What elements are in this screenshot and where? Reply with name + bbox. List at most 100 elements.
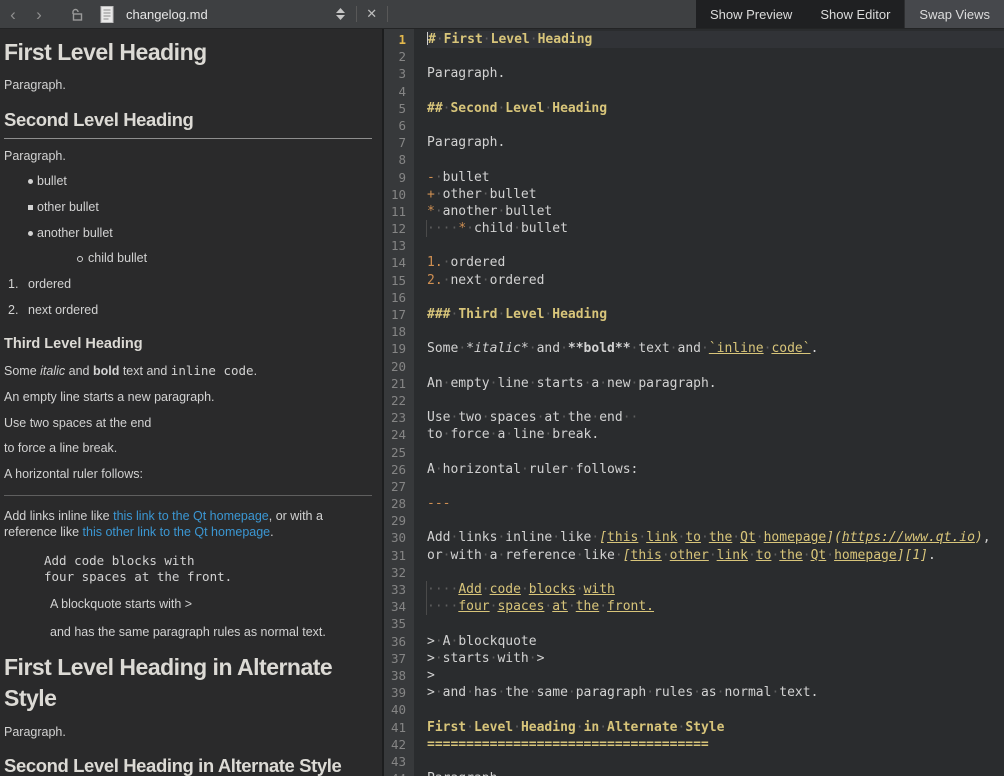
whitespace-dot: · [482, 409, 490, 426]
editor-line[interactable]: >·and·has·the·same·paragraph·rules·as·no… [427, 684, 1004, 701]
editor-line[interactable]: Paragraph. [427, 770, 1004, 776]
whitespace-dot: · [537, 409, 545, 426]
editor-line[interactable]: A·horizontal·ruler·follows: [427, 461, 1004, 478]
whitespace-dot: · [435, 203, 443, 220]
line-number: 13 [384, 237, 414, 254]
line-number: 9 [384, 169, 414, 186]
editor-line[interactable]: Paragraph. [427, 134, 1004, 151]
line-number: 5 [384, 100, 414, 117]
editor-line[interactable]: ==================================== [427, 736, 1004, 753]
line-number: 11 [384, 203, 414, 220]
whitespace-dot: · [678, 719, 686, 736]
line-number: 23 [384, 409, 414, 426]
editor-line[interactable]: +·other·bullet [427, 186, 1004, 203]
editor-line[interactable] [427, 444, 1004, 461]
editor-line[interactable]: ····four·spaces·at·the·front. [427, 598, 1004, 615]
whitespace-dot: · [701, 529, 709, 546]
editor-line[interactable] [427, 358, 1004, 375]
whitespace-dot: · [662, 547, 670, 564]
whitespace-dot: · [497, 529, 505, 546]
editor-gutter: 1234567891011121314151617181920212223242… [384, 29, 414, 776]
editor-line[interactable] [427, 615, 1004, 632]
whitespace-dot: · [576, 581, 584, 598]
editor-line[interactable] [427, 289, 1004, 306]
editor-line[interactable]: Paragraph. [427, 65, 1004, 82]
code-token: >·and·has·the·same·paragraph·rules·as·no… [427, 685, 818, 700]
editor-line[interactable]: ····Add·code·blocks·with [427, 581, 1004, 598]
open-document-label[interactable]: changelog.md [126, 7, 208, 22]
editor-line[interactable]: --- [427, 495, 1004, 512]
line-number: 40 [384, 701, 414, 718]
whitespace-dot: · [678, 529, 686, 546]
editor-line[interactable]: -·bullet [427, 169, 1004, 186]
editor-code[interactable]: #·First·Level·Heading Paragraph. ##·Second… [414, 29, 1004, 776]
whitespace-dot: · [701, 340, 709, 357]
whitespace-dot: · [771, 547, 779, 564]
editor-line[interactable] [427, 392, 1004, 409]
code-token: this·other·link·to·the·Qt·homepage [631, 548, 897, 563]
editor-line[interactable]: >·starts·with·> [427, 650, 1004, 667]
preview-paragraph: Add links inline like this link to the Q… [4, 509, 372, 540]
editor-line[interactable]: ###·Third·Level·Heading [427, 306, 1004, 323]
editor-line[interactable] [427, 117, 1004, 134]
editor-line[interactable]: 1.·ordered [427, 254, 1004, 271]
editor-line[interactable] [427, 48, 1004, 65]
editor-line[interactable] [427, 478, 1004, 495]
close-document-button[interactable]: ✕ [360, 6, 384, 22]
editor-line[interactable]: Use·two·spaces·at·the·end·· [427, 409, 1004, 426]
back-button[interactable]: ‹ [0, 0, 26, 28]
editor-line[interactable]: ##·Second·Level·Heading [427, 100, 1004, 117]
whitespace-dot: · [803, 547, 811, 564]
editor-line[interactable]: First·Level·Heading·in·Alternate·Style [427, 719, 1004, 736]
whitespace-dot: · [584, 375, 592, 392]
whitespace-dot: · [466, 719, 474, 736]
whitespace-dot: · [435, 169, 443, 186]
editor-line[interactable]: >·A·blockquote [427, 633, 1004, 650]
code-token: + [427, 187, 435, 202]
editor-line[interactable]: or·with·a·reference·like·[this·other·lin… [427, 547, 1004, 564]
editor-line[interactable] [427, 564, 1004, 581]
code-token: [ [599, 530, 607, 545]
whitespace-dot: · [732, 529, 740, 546]
editor-line[interactable]: ····*·child·bullet [427, 220, 1004, 237]
whitespace-dot: · [529, 650, 537, 667]
whitespace-dot: · [497, 547, 505, 564]
preview-link[interactable]: this other link to the Qt homepage [83, 525, 271, 539]
line-number: 25 [384, 444, 414, 461]
line-number: 34 [384, 598, 414, 615]
file-lock-toggle[interactable] [64, 0, 90, 28]
editor-line[interactable] [427, 237, 1004, 254]
editor-line[interactable] [427, 151, 1004, 168]
editor-line[interactable]: Some·*italic*·and·**bold**·text·and·`inl… [427, 340, 1004, 357]
code-token: ·next·ordered [443, 273, 545, 288]
editor-line[interactable] [427, 753, 1004, 770]
line-number: 12 [384, 220, 414, 237]
forward-button[interactable]: › [26, 0, 52, 28]
whitespace-dot: · [497, 203, 505, 220]
editor-line[interactable]: #·First·Level·Heading [427, 31, 1004, 48]
editor-line[interactable]: *·another·bullet [427, 203, 1004, 220]
preview-link[interactable]: this link to the Qt homepage [113, 509, 269, 523]
code-token: ==================================== [427, 737, 709, 752]
whitespace-dot: · [764, 340, 772, 357]
editor-line[interactable]: to·force·a·line·break. [427, 426, 1004, 443]
editor-line[interactable] [427, 512, 1004, 529]
editor-line[interactable] [427, 83, 1004, 100]
editor-line[interactable]: > [427, 667, 1004, 684]
editor-line[interactable]: An·empty·line·starts·a·new·paragraph. [427, 375, 1004, 392]
blockquote-paragraph: A blockquote starts with > [50, 597, 372, 613]
whitespace-dot: · [466, 220, 474, 237]
code-token: ][1] [897, 548, 928, 563]
list-item: other bullet [4, 200, 372, 216]
code-token: ·and· [529, 341, 568, 356]
show-editor-button[interactable]: Show Editor [806, 0, 904, 28]
show-preview-button[interactable]: Show Preview [696, 0, 806, 28]
whitespace-dot: · [717, 684, 725, 701]
editor-line[interactable] [427, 701, 1004, 718]
editor-line[interactable]: 2.·next·ordered [427, 272, 1004, 289]
whitespace-dot: · [443, 598, 451, 615]
editor-line[interactable]: Add·links·inline·like·[this·link·to·the·… [427, 529, 1004, 546]
editor-line[interactable] [427, 323, 1004, 340]
document-selector-spinner[interactable] [336, 8, 345, 20]
swap-views-button[interactable]: Swap Views [904, 0, 1004, 28]
